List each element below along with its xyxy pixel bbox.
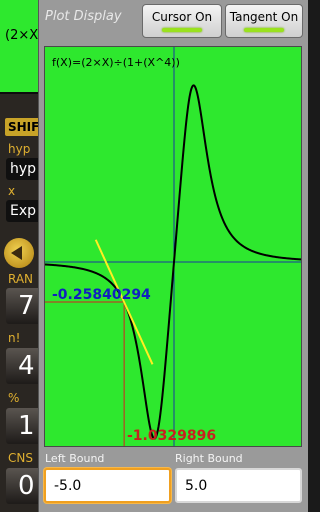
tangent-toggle-label: Tangent On xyxy=(229,10,299,24)
right-bound-label: Right Bound xyxy=(175,452,243,465)
x-inverse-label: x xyxy=(8,184,16,198)
plot-dialog: Plot Display Cursor On Tangent On f(X)=(… xyxy=(38,0,308,512)
percent-label: % xyxy=(8,391,20,405)
cursor-toggle-label: Cursor On xyxy=(151,10,213,24)
cns-label: CNS xyxy=(8,451,33,465)
function-plot[interactable]: f(X)=(2×X)÷(1+(X^4)) -0.25840294 -1.0329… xyxy=(45,47,301,446)
dialog-title: Plot Display xyxy=(45,9,122,24)
calculator-display: (2×X) xyxy=(0,0,43,94)
tangent-toggle-indicator xyxy=(244,28,284,32)
min-value-label: -1.0329896 xyxy=(127,428,216,444)
tangent-toggle-button[interactable]: Tangent On xyxy=(225,4,303,38)
function-label: f(X)=(2×X)÷(1+(X^4)) xyxy=(52,56,180,69)
cursor-value-label: -0.25840294 xyxy=(52,287,151,303)
cursor-toggle-indicator xyxy=(162,28,202,32)
hyp-sup-label: hyp xyxy=(8,142,31,156)
left-bound-label: Left Bound xyxy=(45,452,105,465)
right-bound-input[interactable] xyxy=(175,468,302,503)
rand-label: RAN xyxy=(8,272,34,286)
left-bound-input[interactable] xyxy=(44,468,171,503)
plot-area[interactable]: f(X)=(2×X)÷(1+(X^4)) -0.25840294 -1.0329… xyxy=(44,46,302,447)
cursor-toggle-button[interactable]: Cursor On xyxy=(142,4,222,38)
factorial-label: n! xyxy=(8,331,21,345)
back-arrow-icon[interactable] xyxy=(4,238,34,268)
